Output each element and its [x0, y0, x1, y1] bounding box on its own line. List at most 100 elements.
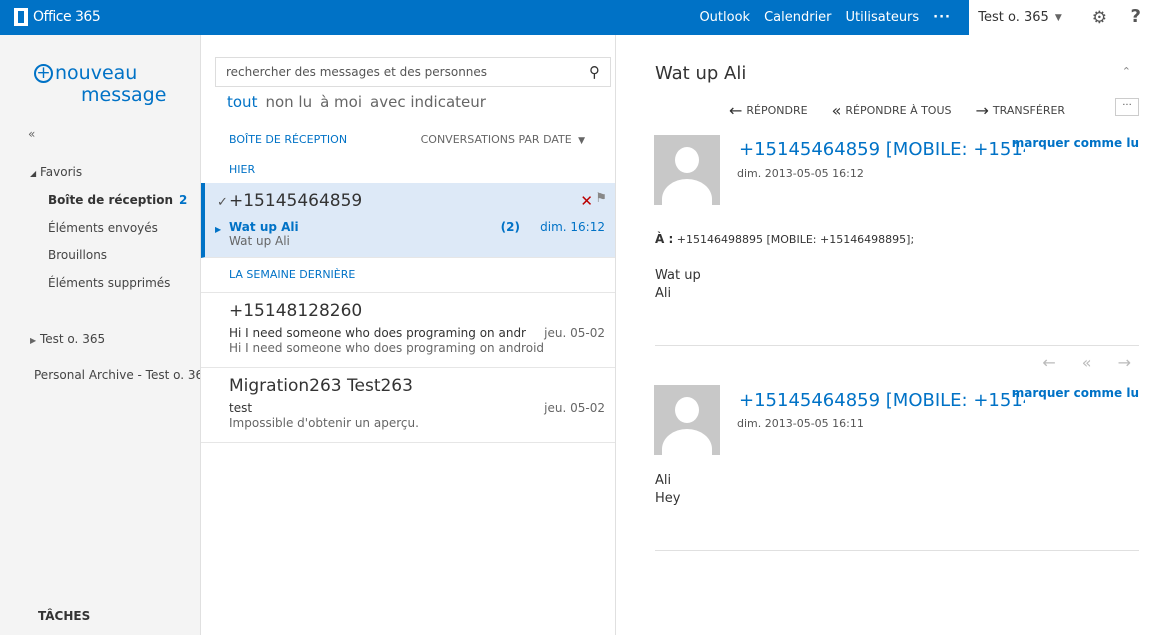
top-nav: Outlook Calendrier Utilisateurs ···	[699, 0, 951, 35]
body-line: Ali	[655, 286, 672, 301]
collapse-pane-button[interactable]: «	[28, 127, 35, 141]
reply-all-arrow-icon: «	[831, 101, 842, 120]
sent-date: dim. 2013-05-05 16:12	[737, 167, 864, 180]
search-input[interactable]: rechercher des messages et des personnes…	[215, 57, 611, 87]
message-from: +15148128260	[229, 301, 363, 321]
user-menu[interactable]: Test o. 365 ▼	[969, 0, 1071, 35]
body-line: Ali	[655, 473, 672, 488]
body-line: Hey	[655, 491, 681, 506]
folder-inbox[interactable]: Boîte de réception 2	[48, 193, 187, 207]
reply-all-button[interactable]: «RÉPONDRE À TOUS	[832, 101, 952, 120]
message-preview: Hi I need someone who does programing on…	[229, 341, 545, 355]
gear-icon[interactable]: ⚙	[1092, 8, 1107, 28]
message-preview: Impossible d'obtenir un aperçu.	[229, 416, 419, 430]
favorites-header[interactable]: ◢ Favoris	[30, 165, 82, 179]
personal-archive[interactable]: Personal Archive - Test o. 365	[34, 368, 211, 382]
message-item[interactable]: ✓ +15145464859 ✕ ⚑ ▶ Wat up Ali (2) dim.…	[201, 183, 615, 258]
triangle-right-icon: ▶	[30, 336, 37, 345]
reply-button[interactable]: ← RÉPONDRE	[729, 101, 808, 120]
expand-triangle-icon[interactable]: ▶	[215, 225, 221, 234]
new-message-label-1: nouveau	[55, 62, 138, 84]
filter-bar: tout non lu à moi avec indicateur	[227, 93, 486, 111]
nav-more-button[interactable]: ···	[933, 10, 951, 25]
reading-pane: Wat up Ali ⌃ ← RÉPONDRE «RÉPONDRE À TOUS …	[617, 35, 1151, 635]
check-icon[interactable]: ✓	[217, 195, 228, 210]
forward-arrow-icon[interactable]: →	[1118, 353, 1131, 372]
divider	[655, 550, 1139, 551]
filter-all[interactable]: tout	[227, 93, 257, 111]
sender-name[interactable]: +15145464859 [MOBILE: +15145464859]	[739, 139, 1025, 160]
forward-arrow-icon: →	[975, 101, 989, 120]
inbox-label: BOÎTE DE RÉCEPTION	[229, 133, 348, 146]
more-actions-button[interactable]: ···	[1115, 98, 1139, 116]
filter-unread[interactable]: non lu	[265, 93, 312, 111]
filter-to-me[interactable]: à moi	[320, 93, 362, 111]
thread-count: (2)	[500, 220, 520, 234]
filter-flagged[interactable]: avec indicateur	[370, 93, 486, 111]
collapse-up-icon[interactable]: ⌃	[1122, 65, 1131, 78]
search-icon[interactable]: ⚲	[589, 63, 600, 81]
message-date: jeu. 05-02	[544, 326, 605, 340]
avatar	[654, 385, 720, 455]
mark-as-read-link[interactable]: marquer comme lu	[1012, 386, 1139, 400]
account-label: Test o. 365	[39, 332, 106, 346]
user-name: Test o. 365	[978, 10, 1049, 25]
message-from: +15145464859	[229, 191, 363, 211]
message-preview: Wat up Ali	[229, 234, 290, 248]
unread-count: 2	[179, 193, 188, 207]
to-recipients: +15146498895 [MOBILE: +15146498895];	[676, 233, 915, 246]
action-bar: ← RÉPONDRE «RÉPONDRE À TOUS → TRANSFÉRER	[729, 101, 1065, 120]
tasks-link[interactable]: TÂCHES	[38, 609, 90, 623]
sent-date: dim. 2013-05-05 16:11	[737, 417, 864, 430]
account-test-o365[interactable]: ▶ Test o. 365	[30, 332, 105, 346]
message-from: Migration263 Test263	[229, 376, 413, 396]
message-list-pane: rechercher des messages et des personnes…	[200, 35, 616, 635]
folder-label: Boîte de réception	[48, 193, 173, 207]
reply-arrow-icon[interactable]: ←	[1042, 353, 1055, 372]
chevron-down-icon: ▼	[1054, 12, 1062, 23]
help-icon[interactable]: ?	[1131, 6, 1141, 27]
forward-button[interactable]: → TRANSFÉRER	[976, 101, 1066, 120]
reply-label: RÉPONDRE	[746, 104, 808, 117]
office-logo-icon	[14, 8, 28, 26]
folder-deleted[interactable]: Éléments supprimés	[48, 276, 170, 290]
office365-logo[interactable]: Office 365	[14, 8, 101, 26]
group-header-yesterday: HIER	[229, 163, 256, 176]
message-subject: Hi I need someone who does programing on…	[229, 326, 526, 340]
search-placeholder: rechercher des messages et des personnes	[226, 65, 488, 79]
message-body: Wat up Ali	[655, 267, 701, 303]
reply-all-arrow-icon[interactable]: «	[1082, 353, 1092, 372]
flag-icon[interactable]: ⚑	[595, 191, 607, 206]
logo-text: Office 365	[33, 9, 101, 25]
top-bar: Office 365 Outlook Calendrier Utilisateu…	[0, 0, 1151, 35]
favorites-label: Favoris	[39, 165, 83, 179]
reply-all-label: RÉPONDRE À TOUS	[845, 104, 952, 117]
to-label: À :	[655, 232, 674, 246]
new-message-button[interactable]: + nouveau message	[34, 62, 166, 106]
message-date: dim. 16:12	[540, 220, 605, 234]
group-header-last-week: LA SEMAINE DERNIÈRE	[229, 268, 356, 281]
nav-outlook[interactable]: Outlook	[699, 10, 750, 25]
delete-icon[interactable]: ✕	[580, 192, 593, 210]
divider	[655, 345, 1139, 346]
message-subject: test	[229, 401, 253, 415]
message-item[interactable]: +15148128260 Hi I need someone who does …	[201, 293, 615, 368]
reply-arrow-icon: ←	[729, 101, 743, 120]
sort-label: CONVERSATIONS PAR DATE	[420, 133, 572, 146]
conversation-title: Wat up Ali	[655, 63, 747, 84]
forward-label: TRANSFÉRER	[992, 104, 1066, 117]
folder-drafts[interactable]: Brouillons	[48, 248, 107, 262]
plus-icon: +	[34, 64, 53, 83]
chevron-down-icon: ▼	[575, 136, 585, 146]
nav-users[interactable]: Utilisateurs	[846, 10, 920, 25]
folder-sent[interactable]: Éléments envoyés	[48, 221, 158, 235]
mark-as-read-link[interactable]: marquer comme lu	[1012, 136, 1139, 150]
avatar	[654, 135, 720, 205]
message-date: jeu. 05-02	[544, 401, 605, 415]
nav-calendar[interactable]: Calendrier	[764, 10, 831, 25]
sender-name[interactable]: +15145464859 [MOBILE: +15145464859]	[739, 390, 1025, 411]
message-subject: Wat up Ali	[229, 220, 299, 234]
to-line: À : +15146498895 [MOBILE: +15146498895];	[655, 232, 914, 246]
message-item[interactable]: Migration263 Test263 test jeu. 05-02 Imp…	[201, 368, 615, 443]
sort-dropdown[interactable]: CONVERSATIONS PAR DATE ▼	[421, 133, 585, 146]
